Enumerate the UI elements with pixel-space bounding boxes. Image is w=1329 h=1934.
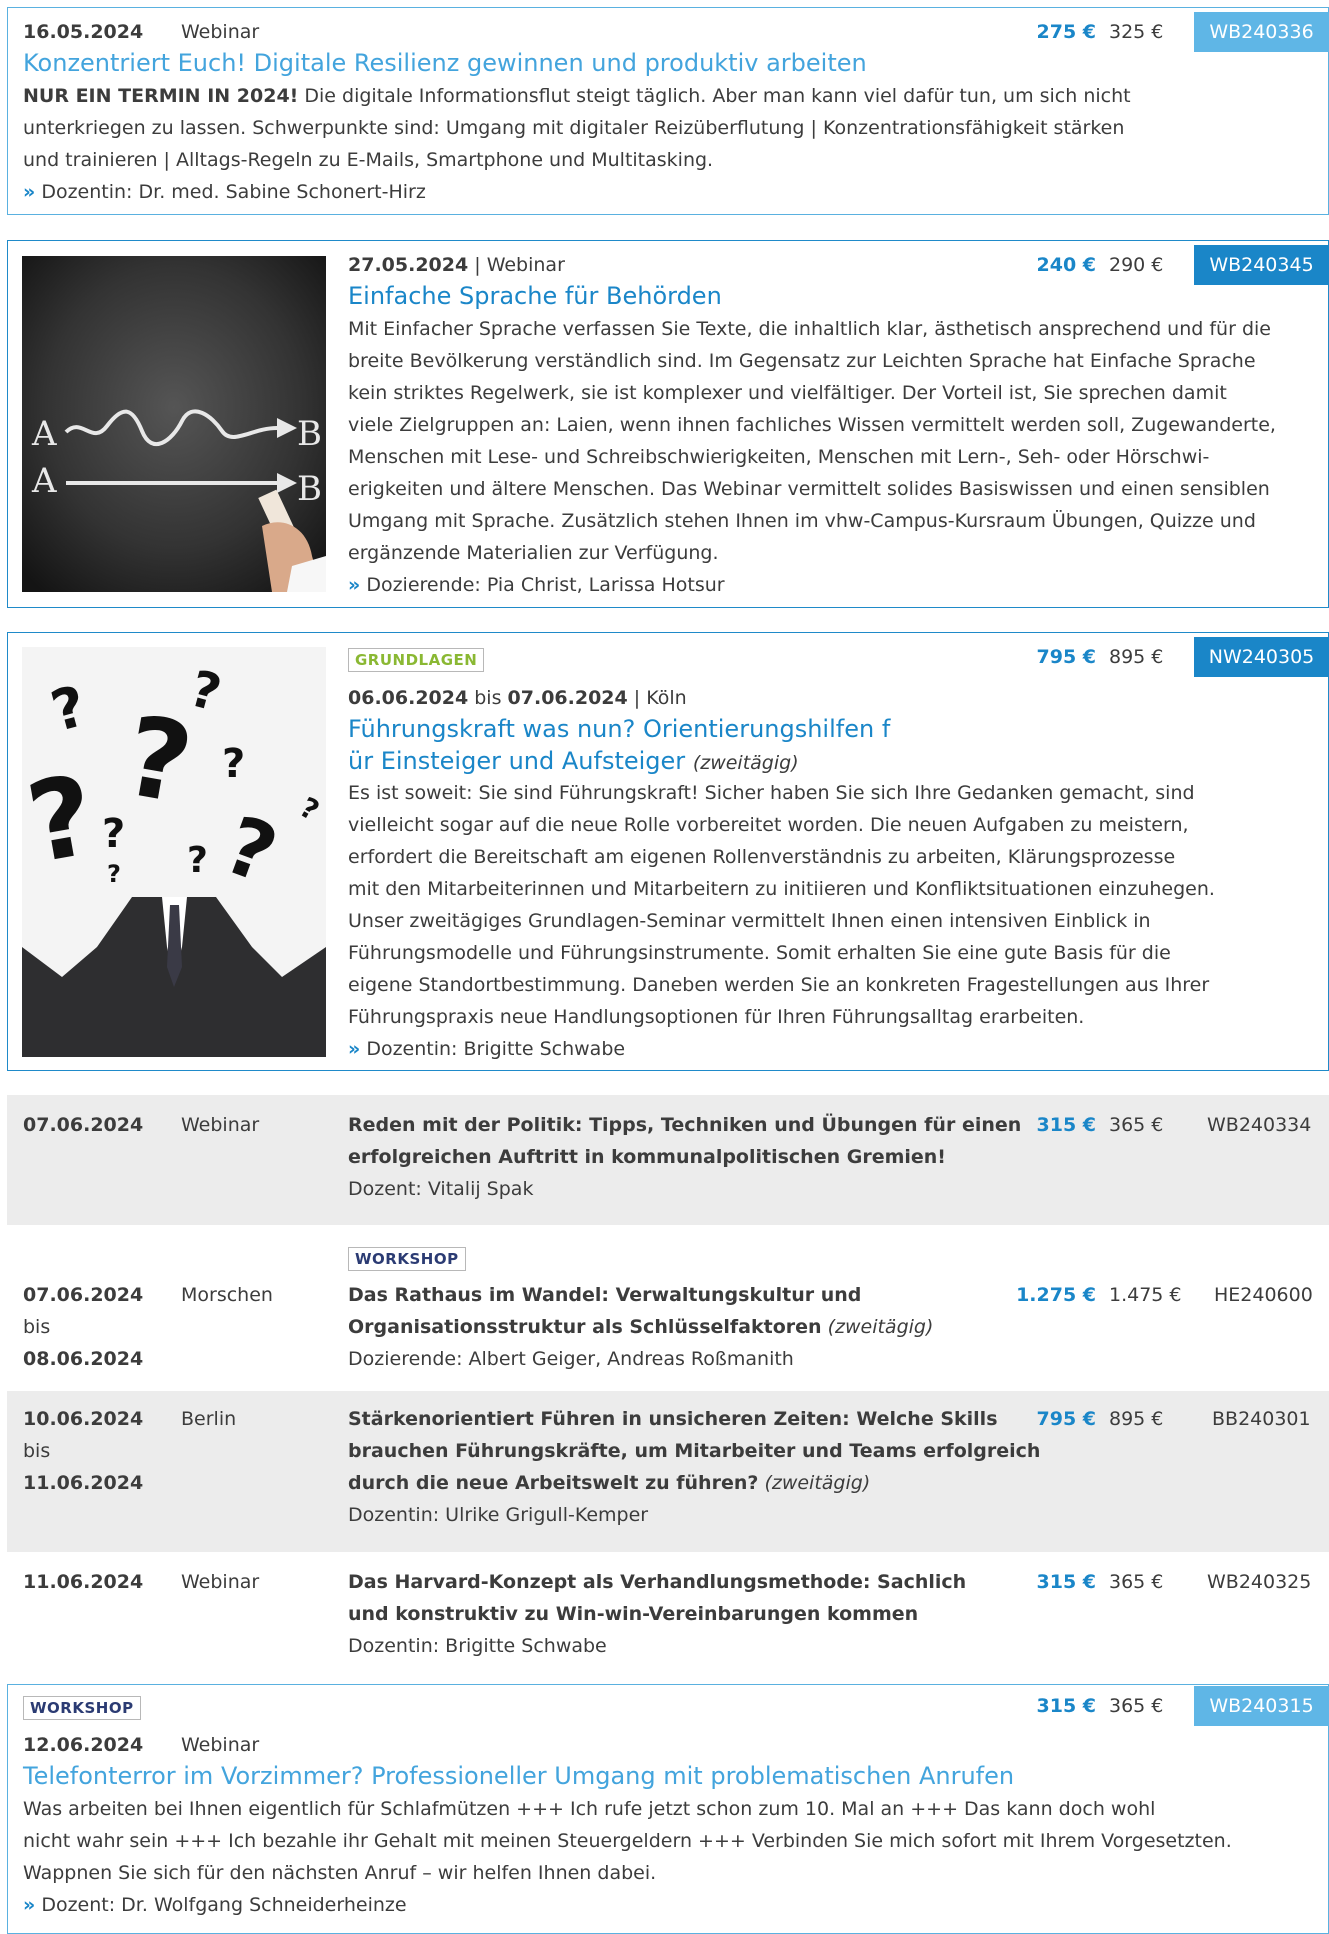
course-title-link[interactable]: Einfache Sprache für Behörden (348, 280, 722, 312)
workshop-tag: WORKSHOP (348, 1247, 466, 1271)
course-location: Köln (646, 687, 687, 709)
course-title[interactable]: Reden mit der Politik: Tipps, Techniken … (348, 1109, 1021, 1205)
chalkboard-arrows-illustration: A B A B (22, 256, 326, 592)
course-code[interactable]: HE240600 (1214, 1279, 1313, 1311)
course-date: 16.05.2024 (23, 21, 144, 43)
course-dates: 07.06.2024 bis 08.06.2024 (23, 1284, 144, 1370)
course-date: 12.06.2024 (23, 1734, 144, 1756)
course-title[interactable]: Das Rathaus im Wandel: Verwaltungskultur… (348, 1279, 933, 1375)
course-dates: 10.06.2024 bis 11.06.2024 (23, 1408, 144, 1494)
course-4-meta: 12.06.2024 Webinar (23, 1729, 259, 1761)
course-date: 07.06.2024 (23, 1114, 144, 1136)
price-member: 1.275 € (1016, 1284, 1096, 1306)
arrow-icon: » (23, 1894, 36, 1916)
price-regular: 365 € (1109, 1571, 1164, 1593)
arrow-icon: » (23, 181, 36, 203)
course-teacher: Dozentin: Brigitte Schwabe (348, 1635, 607, 1657)
course-code[interactable]: WB240325 (1207, 1566, 1311, 1598)
price-member: 795 € (1036, 1408, 1097, 1430)
course-code-badge[interactable]: WB240336 (1194, 12, 1329, 52)
arrow-icon: » (348, 574, 361, 596)
course-teacher: Dozierende: Albert Geiger, Andreas Roßma… (348, 1348, 794, 1370)
price-member: 240 € (1036, 254, 1097, 276)
course-date: 27.05.2024 (348, 254, 469, 276)
course-row-1[interactable]: 07.06.2024 Webinar Reden mit der Politik… (7, 1095, 1329, 1225)
course-format: Webinar (181, 1571, 260, 1593)
course-teacher: Dozierende: Pia Christ, Larissa Hotsur (366, 574, 725, 596)
price-regular: 325 € (1109, 21, 1164, 43)
course-title-link[interactable]: Führungskraft was nun? Orientierungshilf… (348, 713, 890, 779)
price-regular: 365 € (1109, 1114, 1164, 1136)
course-highlight: NUR EIN TERMIN IN 2024! (23, 85, 299, 107)
svg-text:?: ? (187, 840, 208, 881)
question-marks-image: ? ? ? ? ? ? ? ? ? ? (22, 647, 326, 1057)
course-description: Es ist soweit: Sie sind Führungskraft! S… (348, 782, 1215, 1060)
svg-text:?: ? (102, 811, 125, 857)
course-teacher: Dozent: Vitalij Spak (348, 1178, 534, 1200)
course-row-3[interactable]: 10.06.2024 bis 11.06.2024 Berlin Stärken… (7, 1391, 1329, 1552)
course-3-meta: 06.06.2024 bis 07.06.2024 | Köln (348, 687, 687, 709)
price-regular: 895 € (1109, 646, 1164, 668)
headless-suit-illustration: ? ? ? ? ? ? ? ? ? ? (22, 647, 326, 1057)
svg-text:?: ? (107, 860, 121, 888)
course-format: Webinar (181, 21, 260, 43)
course-code[interactable]: BB240301 (1212, 1403, 1311, 1435)
workshop-tag: WORKSHOP (23, 1696, 141, 1720)
course-teacher: Dozentin: Ulrike Grigull-Kemper (348, 1504, 649, 1526)
price-member: 795 € (1036, 646, 1097, 668)
course-duration: (zweitägig) (821, 1316, 934, 1338)
course-description: Was arbeiten bei Ihnen eigentlich für Sc… (23, 1798, 1232, 1916)
course-title-link[interactable]: Telefonterror im Vorzimmer? Professionel… (23, 1760, 1014, 1792)
category-tag: GRUNDLAGEN (348, 648, 485, 672)
price-regular: 1.475 € (1109, 1284, 1182, 1306)
course-format: Webinar (486, 254, 565, 276)
price-regular: 895 € (1109, 1408, 1164, 1430)
course-title[interactable]: Stärkenorientiert Führen in unsicheren Z… (348, 1403, 1040, 1531)
course-description: Mit Einfacher Sprache verfassen Sie Text… (348, 318, 1276, 596)
course-location: Morschen (181, 1284, 273, 1306)
course-duration: (zweitägig) (758, 1472, 871, 1494)
price-member: 315 € (1036, 1114, 1097, 1136)
price-member: 275 € (1036, 21, 1097, 43)
chalkboard-image: A B A B (22, 256, 326, 592)
svg-text:?: ? (222, 741, 245, 787)
course-duration: (zweitägig) (692, 752, 799, 774)
svg-text:B: B (297, 414, 322, 454)
price-regular: 365 € (1109, 1695, 1164, 1717)
course-code[interactable]: WB240334 (1207, 1109, 1311, 1141)
svg-text:B: B (297, 469, 322, 509)
course-format: Webinar (181, 1114, 260, 1136)
course-date-to: 07.06.2024 (507, 687, 628, 709)
price-member: 315 € (1036, 1695, 1097, 1717)
course-2-meta: 27.05.2024 | Webinar (348, 254, 565, 276)
course-teacher: Dozentin: Brigitte Schwabe (366, 1038, 626, 1060)
course-row-2[interactable]: WORKSHOP 07.06.2024 bis 08.06.2024 Morsc… (7, 1225, 1329, 1391)
course-format: Webinar (181, 1734, 260, 1756)
course-code-badge[interactable]: NW240305 (1194, 637, 1329, 677)
course-teacher: Dozent: Dr. Wolfgang Schneiderheinze (41, 1894, 407, 1916)
course-title[interactable]: Das Harvard-Konzept als Verhandlungsmeth… (348, 1566, 966, 1662)
course-code-badge[interactable]: WB240315 (1194, 1686, 1329, 1726)
course-location: Berlin (181, 1408, 237, 1430)
arrow-icon: » (348, 1038, 361, 1060)
course-code-badge[interactable]: WB240345 (1194, 245, 1329, 285)
course-row-4[interactable]: 11.06.2024 Webinar Das Harvard-Konzept a… (7, 1552, 1329, 1682)
svg-text:A: A (31, 461, 57, 501)
course-description: NUR EIN TERMIN IN 2024! Die digitale Inf… (23, 85, 1131, 203)
price-regular: 290 € (1109, 254, 1164, 276)
price-member: 315 € (1036, 1571, 1097, 1593)
svg-text:A: A (31, 414, 57, 454)
course-title-link[interactable]: Konzentriert Euch! Digitale Resilienz ge… (23, 47, 867, 79)
course-teacher: Dozentin: Dr. med. Sabine Schonert-Hirz (41, 181, 426, 203)
course-1-meta: 16.05.2024 Webinar (23, 16, 259, 48)
course-date: 11.06.2024 (23, 1571, 144, 1593)
course-date-from: 06.06.2024 (348, 687, 469, 709)
